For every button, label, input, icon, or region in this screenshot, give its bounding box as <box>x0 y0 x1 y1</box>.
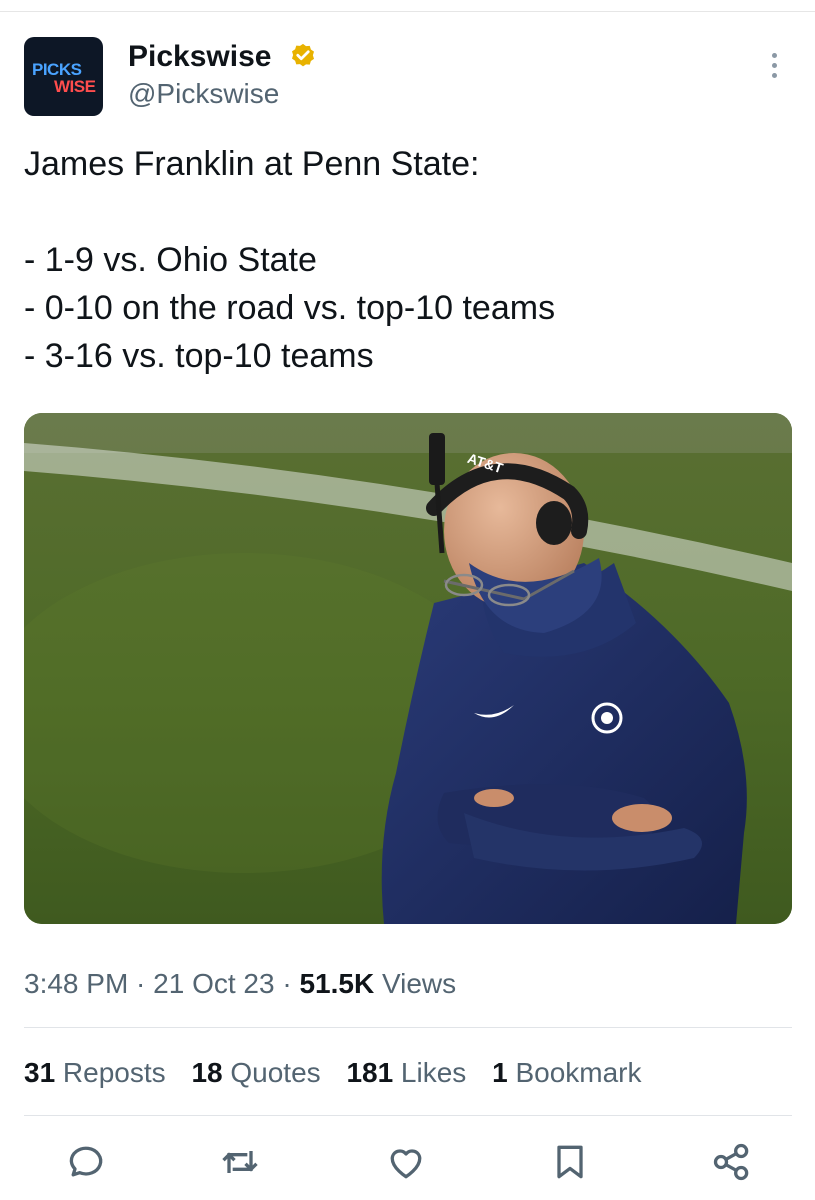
action-bar <box>0 1140 815 1190</box>
tweet-date[interactable]: 21 Oct 23 <box>153 968 274 999</box>
quotes-count: 18 <box>191 1057 223 1088</box>
repost-button[interactable] <box>218 1140 262 1184</box>
quotes-stat[interactable]: 18 Quotes <box>191 1057 320 1088</box>
meta-separator: · <box>274 968 300 999</box>
bookmarks-count: 1 <box>492 1057 508 1088</box>
likes-count: 181 <box>346 1057 394 1088</box>
avatar-logo-text-bottom: WISE <box>54 77 96 96</box>
avatar[interactable]: PICKS WISE <box>24 37 103 116</box>
top-divider <box>0 11 815 12</box>
reposts-stat[interactable]: 31 Reposts <box>24 1057 166 1088</box>
tweet-line: - 3-16 vs. top-10 teams <box>24 337 374 375</box>
tweet-detail-page: PICKS WISE Pickswise @Pickswise James Fr… <box>0 0 815 1200</box>
tweet-time[interactable]: 3:48 PM <box>24 968 128 999</box>
bookmarks-stat[interactable]: 1 Bookmark <box>492 1057 641 1088</box>
share-button[interactable] <box>710 1140 754 1184</box>
bookmark-icon <box>557 1145 583 1179</box>
bookmark-button[interactable] <box>548 1140 592 1184</box>
tweet-line: - 1-9 vs. Ohio State <box>24 241 317 279</box>
meta-separator: · <box>128 968 154 999</box>
likes-stat[interactable]: 181 Likes <box>346 1057 466 1088</box>
tweet-line: James Franklin at Penn State: <box>24 145 480 183</box>
tweet-photo[interactable]: AT&T <box>24 413 792 924</box>
repost-icon <box>222 1151 258 1173</box>
display-name[interactable]: Pickswise <box>128 40 271 74</box>
verified-badge-icon <box>292 43 314 67</box>
reposts-label: Reposts <box>55 1057 166 1088</box>
tweet-line: - 0-10 on the road vs. top-10 teams <box>24 289 556 327</box>
engagement-stats: 31 Reposts 18 Quotes 181 Likes 1 Bookmar… <box>24 1055 660 1091</box>
views-label: Views <box>374 968 457 999</box>
like-button[interactable] <box>384 1140 428 1184</box>
share-icon <box>713 1143 749 1181</box>
divider <box>24 1115 792 1116</box>
likes-label: Likes <box>393 1057 467 1088</box>
quotes-label: Quotes <box>222 1057 321 1088</box>
reposts-count: 31 <box>24 1057 56 1088</box>
reply-icon <box>69 1146 103 1177</box>
bookmarks-label: Bookmark <box>507 1057 642 1088</box>
tweet-line <box>24 188 784 236</box>
views-count: 51.5K <box>299 968 375 999</box>
like-icon <box>390 1149 422 1179</box>
tweet-text: James Franklin at Penn State: - 1-9 vs. … <box>24 140 784 380</box>
more-options-icon[interactable] <box>762 53 786 83</box>
divider <box>24 1027 792 1028</box>
coach-photo-illustration: AT&T <box>24 413 792 924</box>
tweet-meta: 3:48 PM · 21 Oct 23 · 51.5K Views <box>24 966 456 1002</box>
handle[interactable]: @Pickswise <box>128 78 279 110</box>
reply-button[interactable] <box>64 1140 108 1184</box>
